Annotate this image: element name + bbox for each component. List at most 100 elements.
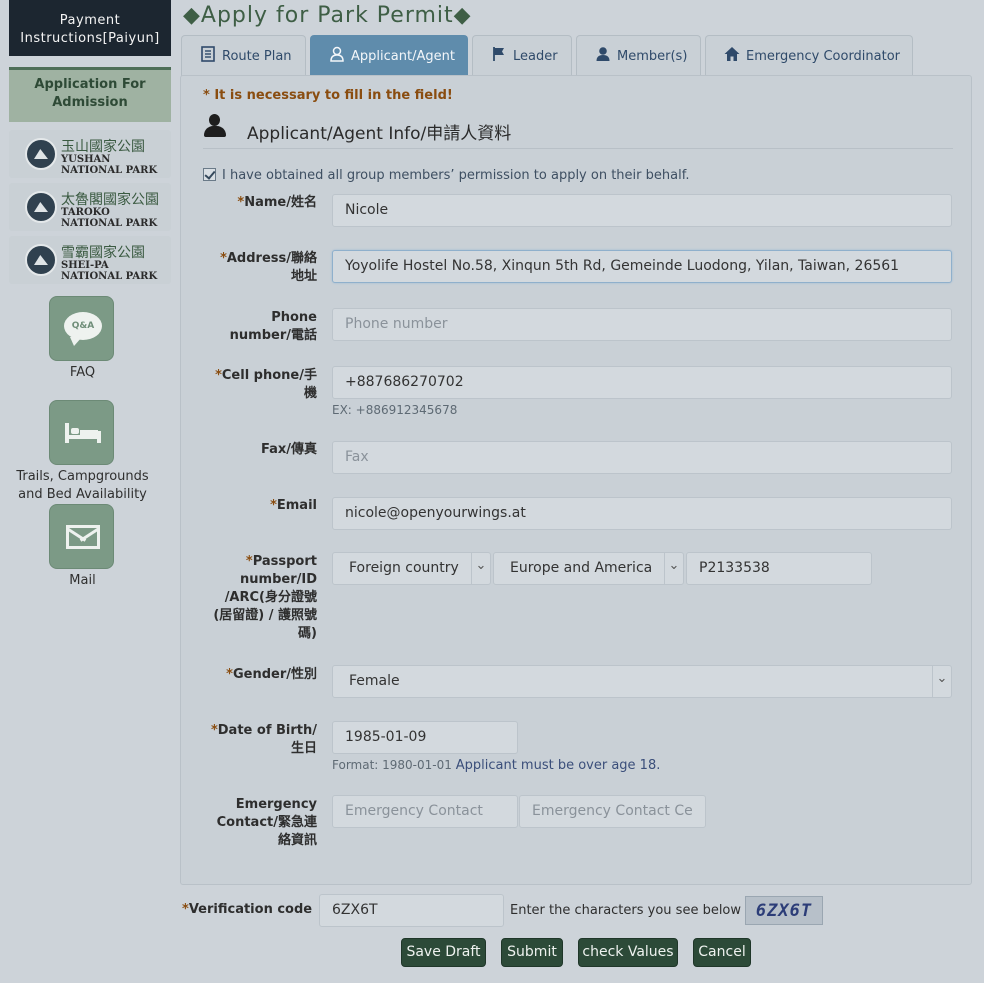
email-input[interactable]: nicole@openyourwings.at — [332, 497, 952, 530]
verification-code-input[interactable]: 6ZX6T — [319, 894, 504, 927]
dob-age-note: Applicant must be over age 18. — [455, 758, 661, 773]
park-name-en: YUSHAN — [61, 154, 111, 165]
required-asterisk: * — [226, 667, 233, 682]
taroko-logo-icon — [25, 191, 57, 223]
fax-input[interactable]: Fax — [332, 441, 952, 474]
applicant-form-panel: * It is necessary to fill in the field! … — [180, 75, 972, 885]
park-name-en2: NATIONAL PARK — [61, 218, 158, 229]
dob-label-text2: 生日 — [290, 741, 317, 756]
verification-label: *Verification code — [182, 902, 312, 917]
tab-applicant-agent[interactable]: Applicant/Agent — [310, 35, 468, 76]
envelope-icon — [66, 525, 100, 549]
trails-label-line2: and Bed Availability — [18, 487, 147, 502]
address-input[interactable]: Yoyolife Hostel No.58, Xinqun 5th Rd, Ge… — [332, 250, 952, 283]
required-asterisk: * — [220, 251, 227, 266]
required-asterisk: * — [182, 902, 189, 917]
save-draft-button[interactable]: Save Draft — [401, 938, 486, 967]
park-yushan-link[interactable]: 玉山國家公園 YUSHAN NATIONAL PARK — [9, 130, 171, 178]
park-name-zh: 雪霸國家公園 — [61, 245, 145, 261]
park-sheipa-link[interactable]: 雪霸國家公園 SHEI-PA NATIONAL PARK — [9, 236, 171, 284]
home-icon — [724, 38, 740, 61]
consent-checkbox[interactable] — [203, 168, 216, 181]
cell-phone-hint: EX: +886912345678 — [332, 403, 458, 417]
tab-route-plan[interactable]: Route Plan — [181, 35, 306, 76]
region-select[interactable]: Europe and America — [493, 552, 684, 585]
gender-label-text: Gender/性別 — [232, 667, 317, 682]
captcha-image: 6ZX6T — [745, 896, 823, 925]
verification-label-text: Verification code — [188, 902, 313, 917]
user-icon — [595, 38, 611, 61]
page-title: ◆Apply for Park Permit◆ — [183, 3, 472, 28]
address-label-text2: 地址 — [290, 269, 317, 284]
name-input[interactable]: Nicole — [332, 194, 952, 227]
emergency-contact-cell-input[interactable]: Emergency Contact Ce — [519, 795, 706, 828]
sidebar: Payment Instructions[Paiyun] Application… — [0, 0, 175, 983]
cell-label-text: Cell phone/手 — [221, 368, 317, 383]
user-icon — [203, 114, 227, 138]
qa-bubble-tail — [70, 337, 82, 346]
bed-icon — [65, 423, 101, 443]
payment-label-line1: Payment — [59, 13, 121, 28]
section-divider — [203, 148, 953, 149]
emergency-label-text2: Contact/緊急連 — [216, 815, 317, 830]
check-values-button[interactable]: check Values — [578, 938, 678, 967]
tab-label: Member(s) — [617, 49, 688, 64]
phone-label-text2: number/電話 — [229, 328, 317, 343]
park-name-en2: NATIONAL PARK — [61, 271, 158, 282]
tab-label: Leader — [513, 49, 558, 64]
payment-label-line2: Instructions[Paiyun] — [20, 31, 160, 46]
payment-instructions-link[interactable]: Payment Instructions[Paiyun] — [9, 0, 171, 56]
fax-label-text: Fax/傳真 — [260, 442, 317, 457]
country-type-select[interactable]: Foreign country — [332, 552, 491, 585]
admission-label-line2: Admission — [52, 95, 128, 110]
trails-availability-button[interactable] — [49, 400, 114, 465]
user-icon — [329, 38, 345, 62]
tab-emergency-coordinator[interactable]: Emergency Coordinator — [705, 35, 913, 76]
mail-label: Mail — [69, 573, 96, 588]
verification-note: Enter the characters you see below — [510, 903, 742, 918]
required-asterisk: * — [245, 554, 253, 569]
tab-label: Route Plan — [222, 49, 292, 64]
admission-label-line1: Application For — [34, 77, 146, 92]
dob-format: Format: 1980-01-01 — [332, 758, 452, 772]
emergency-label-text: Emergency — [235, 797, 317, 812]
consent-label: I have obtained all group members’ permi… — [222, 168, 690, 183]
tab-members[interactable]: Member(s) — [576, 35, 701, 76]
list-icon — [200, 38, 216, 62]
required-asterisk: * — [210, 723, 218, 738]
passport-number-input[interactable]: P2133538 — [686, 552, 872, 585]
application-for-admission-link[interactable]: Application For Admission — [9, 67, 171, 122]
park-name-en: TAROKO — [61, 207, 110, 218]
cell-phone-input[interactable]: +887686270702 — [332, 366, 952, 399]
tab-leader[interactable]: Leader — [472, 35, 572, 76]
cancel-button[interactable]: Cancel — [693, 938, 751, 967]
submit-button[interactable]: Submit — [501, 938, 563, 967]
date-of-birth-input[interactable]: 1985-01-09 — [332, 721, 518, 754]
yushan-logo-icon — [25, 138, 57, 170]
name-label-text: Name/姓名 — [244, 195, 317, 210]
dob-hint: Format: 1980-01-01 Applicant must be ove… — [332, 758, 660, 773]
sheipa-logo-icon — [25, 244, 57, 276]
tab-label: Emergency Coordinator — [746, 49, 901, 64]
qa-bubble-icon: Q&A — [64, 312, 102, 340]
trails-label-line1: Trails, Campgrounds — [16, 469, 149, 484]
passport-label-text4: (居留證) / 護照號 — [213, 608, 317, 623]
emergency-label-text3: 絡資訊 — [277, 833, 317, 848]
faq-button[interactable]: Q&A — [49, 296, 114, 361]
section-title: Applicant/Agent Info/申請人資料 — [247, 124, 512, 144]
park-taroko-link[interactable]: 太魯閣國家公園 TAROKO NATIONAL PARK — [9, 183, 171, 231]
faq-label: FAQ — [69, 365, 96, 380]
passport-label-text2: number/ID — [240, 572, 317, 587]
passport-label-text: Passport — [252, 554, 317, 569]
cell-label-text2: 機 — [303, 386, 317, 401]
required-asterisk: * — [270, 498, 277, 513]
emergency-contact-label: Emergency Contact/緊急連 絡資訊 — [181, 796, 317, 886]
required-note: * It is necessary to fill in the field! — [203, 88, 453, 103]
emergency-contact-input[interactable]: Emergency Contact — [332, 795, 518, 828]
gender-select[interactable]: Female — [332, 665, 952, 698]
phone-input[interactable]: Phone number — [332, 308, 952, 341]
park-name-zh: 玉山國家公園 — [61, 139, 145, 155]
phone-label-text: Phone — [271, 310, 317, 325]
passport-label: *Passport number/ID /ARC(身分證號 (居留證) / 護照… — [181, 553, 317, 643]
mail-button[interactable] — [49, 504, 114, 569]
